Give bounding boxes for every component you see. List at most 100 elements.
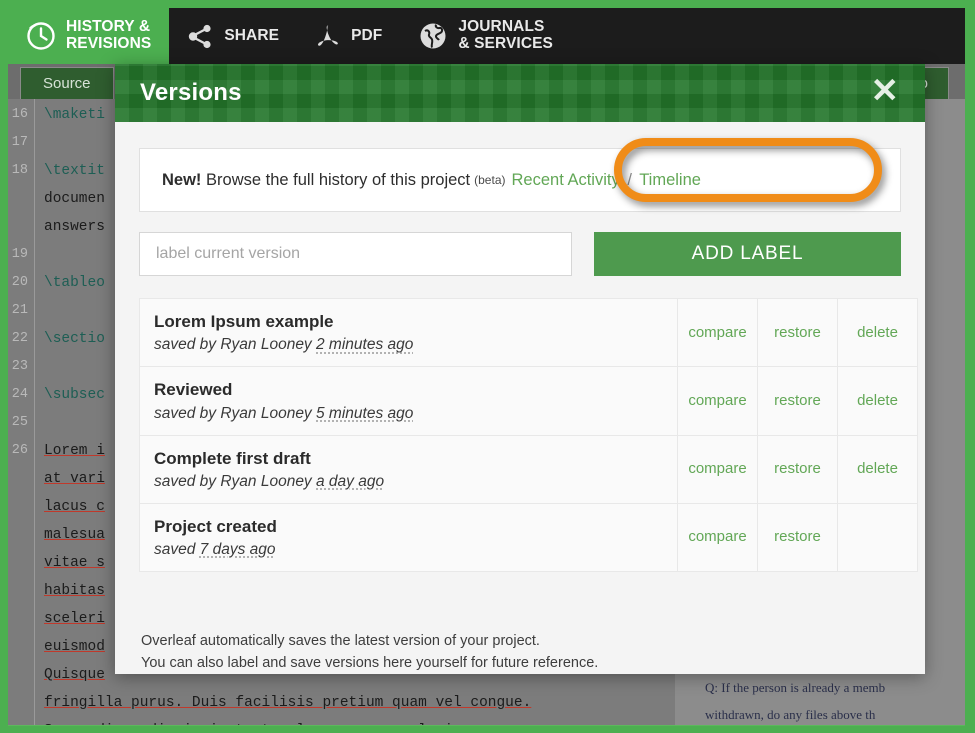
line-text: \sectio — [44, 331, 105, 347]
window-frame-left — [0, 0, 8, 733]
tab-source-label: Source — [43, 75, 91, 92]
app-window: HISTORY & REVISIONS SHARE PDF JOURNALS &… — [0, 0, 975, 733]
compare-link[interactable]: compare — [688, 460, 746, 477]
version-saved-by: saved by Ryan Looney — [154, 472, 316, 490]
toolbar-item-share-label: SHARE — [224, 26, 280, 45]
versions-modal-footer: Overleaf automatically saves the latest … — [115, 606, 925, 674]
table-row: Lorem Ipsum example saved by Ryan Looney … — [139, 297, 918, 368]
versions-modal-body: New! Browse the full history of this pro… — [115, 122, 925, 606]
versions-table: Lorem Ipsum example saved by Ryan Looney … — [139, 297, 918, 573]
compare-link[interactable]: compare — [688, 392, 746, 409]
line-number: 24 — [11, 387, 28, 402]
label-version-row: ADD LABEL — [139, 232, 901, 276]
compare-cell: compare — [677, 297, 758, 368]
banner-links: Recent Activity / Timeline — [512, 171, 701, 190]
code-line: fringilla purus. Duis facilisis pretium … — [8, 689, 675, 717]
line-text: \textit — [44, 163, 105, 179]
line-number: 20 — [11, 275, 28, 290]
line-text: documen — [44, 191, 105, 207]
banner-new-label: New! — [162, 170, 202, 189]
new-feature-banner: New! Browse the full history of this pro… — [139, 138, 901, 212]
version-info-cell: Reviewed saved by Ryan Looney 5 minutes a… — [139, 366, 678, 436]
line-text: at vari — [44, 471, 105, 487]
line-number: 22 — [11, 331, 28, 346]
toolbar-item-share[interactable]: SHARE — [169, 8, 297, 64]
version-info-cell: Complete first draft saved by Ryan Looney… — [139, 434, 678, 504]
restore-link[interactable]: restore — [774, 324, 821, 341]
versions-modal-header: Versions ✕ — [115, 64, 925, 122]
restore-link[interactable]: restore — [774, 528, 821, 545]
delete-link[interactable]: delete — [857, 324, 898, 341]
add-label-button[interactable]: ADD LABEL — [594, 232, 901, 276]
pdf-qa-line: Q: If the person is already a memb — [705, 680, 886, 695]
line-text: Quisque — [44, 667, 105, 683]
toolbar-label-line1: JOURNALS — [458, 18, 545, 36]
line-number: 19 — [11, 247, 28, 262]
restore-link[interactable]: restore — [774, 460, 821, 477]
line-text: Lorem i — [44, 443, 105, 459]
delete-link[interactable]: delete — [857, 460, 898, 477]
line-number: 21 — [11, 303, 28, 318]
compare-cell: compare — [677, 434, 758, 504]
compare-link[interactable]: compare — [688, 528, 746, 545]
version-saved-by: saved by Ryan Looney — [154, 404, 316, 422]
version-info-cell: Project created saved 7 days ago — [139, 502, 678, 573]
toolbar-item-pdf-label: PDF — [351, 27, 382, 45]
line-text: Suspendisse dignissim tortor lorem, nec … — [34, 717, 531, 725]
line-number: 16 — [11, 107, 28, 122]
history-clock-icon — [26, 21, 56, 51]
toolbar-item-journals-services-label: JOURNALS & SERVICES — [458, 18, 553, 52]
compare-link[interactable]: compare — [688, 324, 746, 341]
line-number: 23 — [11, 359, 28, 374]
version-timestamp: 5 minutes ago — [316, 404, 414, 422]
line-number: 18 — [11, 163, 28, 178]
recent-activity-link[interactable]: Recent Activity — [512, 171, 620, 189]
toolbar-label-line2: REVISIONS — [66, 35, 152, 52]
restore-link[interactable]: restore — [774, 392, 821, 409]
delete-link[interactable]: delete — [857, 392, 898, 409]
compare-cell: compare — [677, 502, 758, 573]
restore-cell: restore — [757, 502, 838, 573]
line-text: fringilla purus. Duis facilisis pretium … — [44, 695, 532, 711]
window-frame-top — [0, 0, 975, 8]
window-frame-bottom — [0, 726, 975, 733]
table-row: Reviewed saved by Ryan Looney 5 minutes a… — [139, 366, 918, 436]
version-saved-by: saved — [154, 541, 200, 558]
line-number: 25 — [11, 415, 28, 430]
pdf-icon — [315, 22, 341, 50]
toolbar-item-journals-services[interactable]: JOURNALS & SERVICES — [400, 8, 571, 64]
line-number: 26 — [11, 443, 28, 458]
toolbar-label-line2: & SERVICES — [458, 35, 553, 52]
footer-line-2: You can also label and save versions her… — [141, 655, 599, 671]
close-icon[interactable]: ✕ — [867, 74, 904, 112]
toolbar-label-line1: HISTORY & — [66, 18, 151, 36]
restore-cell: restore — [757, 434, 838, 504]
version-timestamp: 2 minutes ago — [316, 336, 414, 354]
line-number: 17 — [11, 135, 28, 150]
timeline-link[interactable]: Timeline — [639, 171, 701, 189]
line-text: euismod — [44, 639, 105, 655]
label-current-version-input[interactable] — [139, 232, 572, 276]
toolbar-item-pdf[interactable]: PDF — [297, 8, 400, 64]
table-row: Project created saved 7 days ago compare re… — [139, 502, 918, 573]
banner-text: Browse the full history of this project — [206, 170, 471, 189]
line-text: lacus c — [44, 499, 105, 515]
share-nodes-icon — [187, 23, 214, 50]
delete-cell: delete — [837, 297, 918, 368]
version-name: Lorem Ipsum example — [154, 312, 334, 331]
version-meta: saved by Ryan Looney 5 minutes ago — [154, 405, 663, 423]
toolbar-label-line1: SHARE — [224, 26, 280, 44]
version-meta: saved 7 days ago — [154, 541, 663, 559]
table-row: Complete first draft saved by Ryan Looney… — [139, 434, 918, 504]
version-meta: saved by Ryan Looney a day ago — [154, 473, 663, 491]
line-text: malesua — [44, 527, 105, 543]
toolbar-item-history-revisions[interactable]: HISTORY & REVISIONS — [8, 8, 170, 64]
versions-modal-title: Versions — [140, 79, 242, 106]
delete-cell: delete — [837, 434, 918, 504]
tab-source[interactable]: Source — [20, 67, 114, 99]
version-meta: saved by Ryan Looney 2 minutes ago — [154, 336, 663, 354]
version-name: Complete first draft — [154, 448, 311, 468]
line-text: answers — [44, 219, 105, 235]
version-timestamp: 7 days ago — [199, 541, 276, 558]
line-text: \subsec — [44, 387, 105, 403]
